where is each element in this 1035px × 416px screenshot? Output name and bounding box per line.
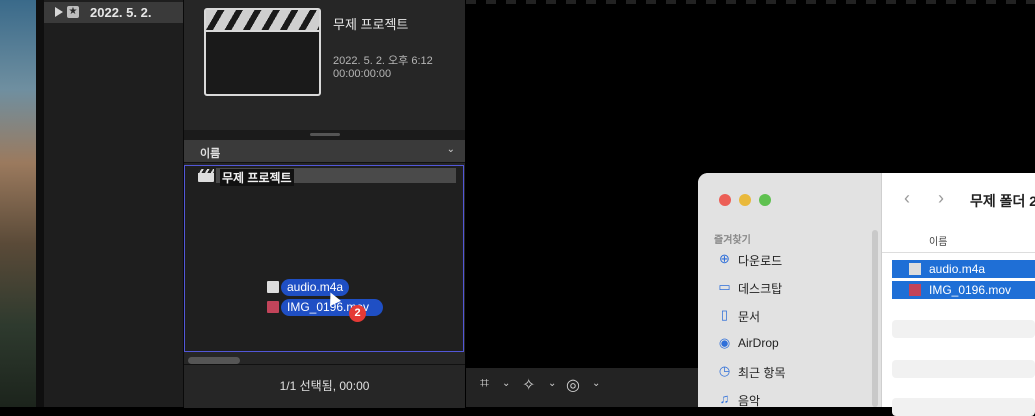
disclosure-triangle-icon[interactable] [55,7,63,17]
star-icon: ★ [67,6,79,18]
empty-row [892,360,1035,378]
clapperboard-icon [206,10,319,32]
sidebar-scrollbar[interactable] [872,230,878,407]
music-icon: ♫ [719,391,730,406]
chevron-down-icon[interactable]: ⌄ [502,378,510,389]
audio-file-icon [909,263,921,275]
project-date: 2022. 5. 2. 오후 6:12 [333,55,433,67]
video-file-icon [267,301,279,313]
zoom-window-button[interactable] [759,194,771,206]
audio-file-icon [267,281,279,293]
finder-title: 무제 폴더 2 [970,193,1035,209]
horizontal-scrollbar[interactable] [188,357,240,364]
file-row-video[interactable]: IMG_0196.mov [892,281,1035,299]
project-thumbnail[interactable] [204,8,321,96]
event-row[interactable]: ★ 2022. 5. 2. [44,2,183,23]
list-column-header[interactable]: 이름 ⌄ [184,140,465,163]
browser-status-bar: 1/1 선택됨, 00:00 [184,364,465,408]
viewer-toolbar: ⌗ ⌄ ✧ ⌄ ◎ ⌄ [466,368,698,407]
close-window-button[interactable] [719,194,731,206]
favorites-heading: 즐겨찾기 [714,235,751,246]
video-file-icon [909,284,921,296]
magic-wand-icon[interactable]: ✧ [522,375,535,395]
event-date: 2022. 5. 2. [90,5,152,20]
download-icon: ⊕ [719,251,730,266]
project-title: 무제 프로젝트 [333,17,409,32]
desktop-icon: ▭ [718,279,731,294]
transform-icon[interactable]: ⌗ [480,375,489,393]
drag-item-audio[interactable]: audio.m4a [281,279,350,296]
forward-arrow-icon[interactable]: › [938,188,944,209]
name-column-label: 이름 [929,237,948,248]
empty-row [892,398,1035,416]
chevron-down-icon[interactable]: ⌄ [592,378,600,389]
chevron-down-icon[interactable]: ⌄ [447,144,455,155]
clock-icon: ◷ [718,363,731,378]
finder-column-header[interactable]: 이름 [882,226,1035,253]
libraries-sidebar [44,0,184,407]
project-list-row[interactable]: 무제 프로젝트 [186,166,464,186]
minimize-window-button[interactable] [739,194,751,206]
empty-row [892,320,1035,338]
clapperboard-icon [198,169,214,182]
document-icon: ▯ [720,307,729,322]
chevron-down-icon[interactable]: ⌄ [548,378,556,389]
pane-divider[interactable] [184,130,465,140]
speed-icon[interactable]: ◎ [566,375,580,395]
browser-list[interactable] [184,165,464,352]
drag-count-badge: 2 [349,305,366,322]
selection-status: 1/1 선택됨, 00:00 [279,379,370,393]
name-column-label: 이름 [200,148,221,160]
project-row-name: 무제 프로젝트 [220,169,294,186]
file-row-audio[interactable]: audio.m4a [892,260,1035,278]
back-arrow-icon[interactable]: ‹ [904,188,910,209]
project-timecode: 00:00:00:00 [333,68,392,80]
desktop-background [0,0,44,407]
airdrop-icon: ◉ [718,335,731,350]
